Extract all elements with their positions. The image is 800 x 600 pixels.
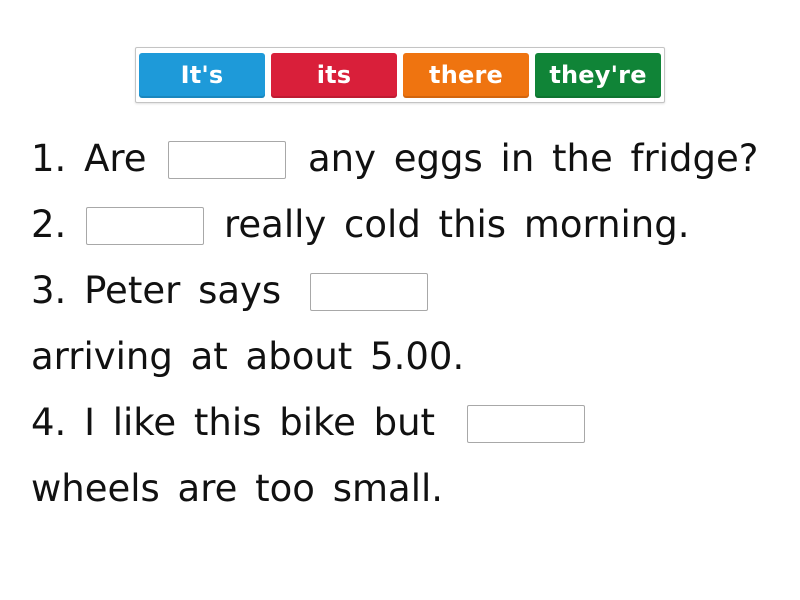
- sentence-3-suffix: arriving at about 5.00.: [31, 335, 465, 378]
- sentence-2-prefix: 2.: [31, 203, 67, 246]
- word-chip-there[interactable]: there: [403, 53, 529, 98]
- word-chip-theyre[interactable]: they're: [535, 53, 661, 98]
- sentence-1-prefix: 1. Are: [31, 137, 147, 180]
- sentence-4-suffix: wheels are too small.: [31, 467, 444, 510]
- word-chip-its[interactable]: its: [271, 53, 397, 98]
- blank-1[interactable]: [168, 141, 286, 179]
- sentence-4-prefix: 4. I like this bike but: [31, 401, 436, 444]
- blank-3[interactable]: [310, 273, 428, 311]
- word-bank: It's its there they're: [135, 47, 665, 103]
- blank-4[interactable]: [467, 405, 585, 443]
- sentence-3-prefix: 3. Peter says: [31, 269, 282, 312]
- word-chip-its-contraction[interactable]: It's: [139, 53, 265, 98]
- sentence-1-suffix: any eggs in the fridge?: [308, 137, 759, 180]
- sentence-2-suffix: really cold this morning.: [224, 203, 690, 246]
- blank-2[interactable]: [86, 207, 204, 245]
